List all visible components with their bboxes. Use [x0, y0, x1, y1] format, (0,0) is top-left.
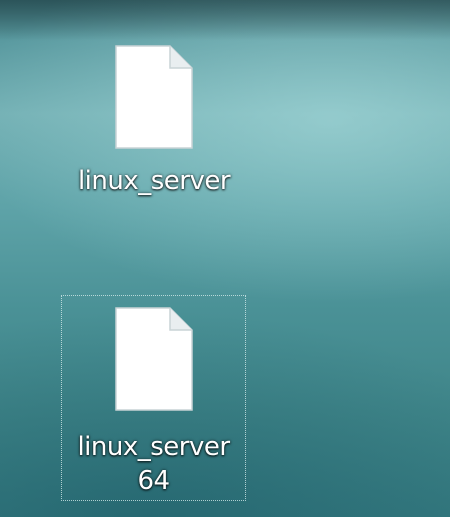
- desktop-file-linux-server-64[interactable]: linux_server 64: [61, 295, 246, 501]
- blank-file-icon: [115, 45, 193, 149]
- file-label: linux_server: [66, 164, 242, 198]
- desktop-file-linux-server[interactable]: linux_server: [62, 36, 246, 222]
- file-name-line-1: linux_server: [77, 432, 230, 462]
- desktop-area[interactable]: linux_server linux_server 64: [0, 0, 450, 517]
- file-name: linux_server: [77, 166, 231, 196]
- blank-file-icon: [114, 307, 193, 411]
- file-name-line-2: 64: [137, 466, 170, 496]
- file-label: linux_server 64: [66, 430, 242, 498]
